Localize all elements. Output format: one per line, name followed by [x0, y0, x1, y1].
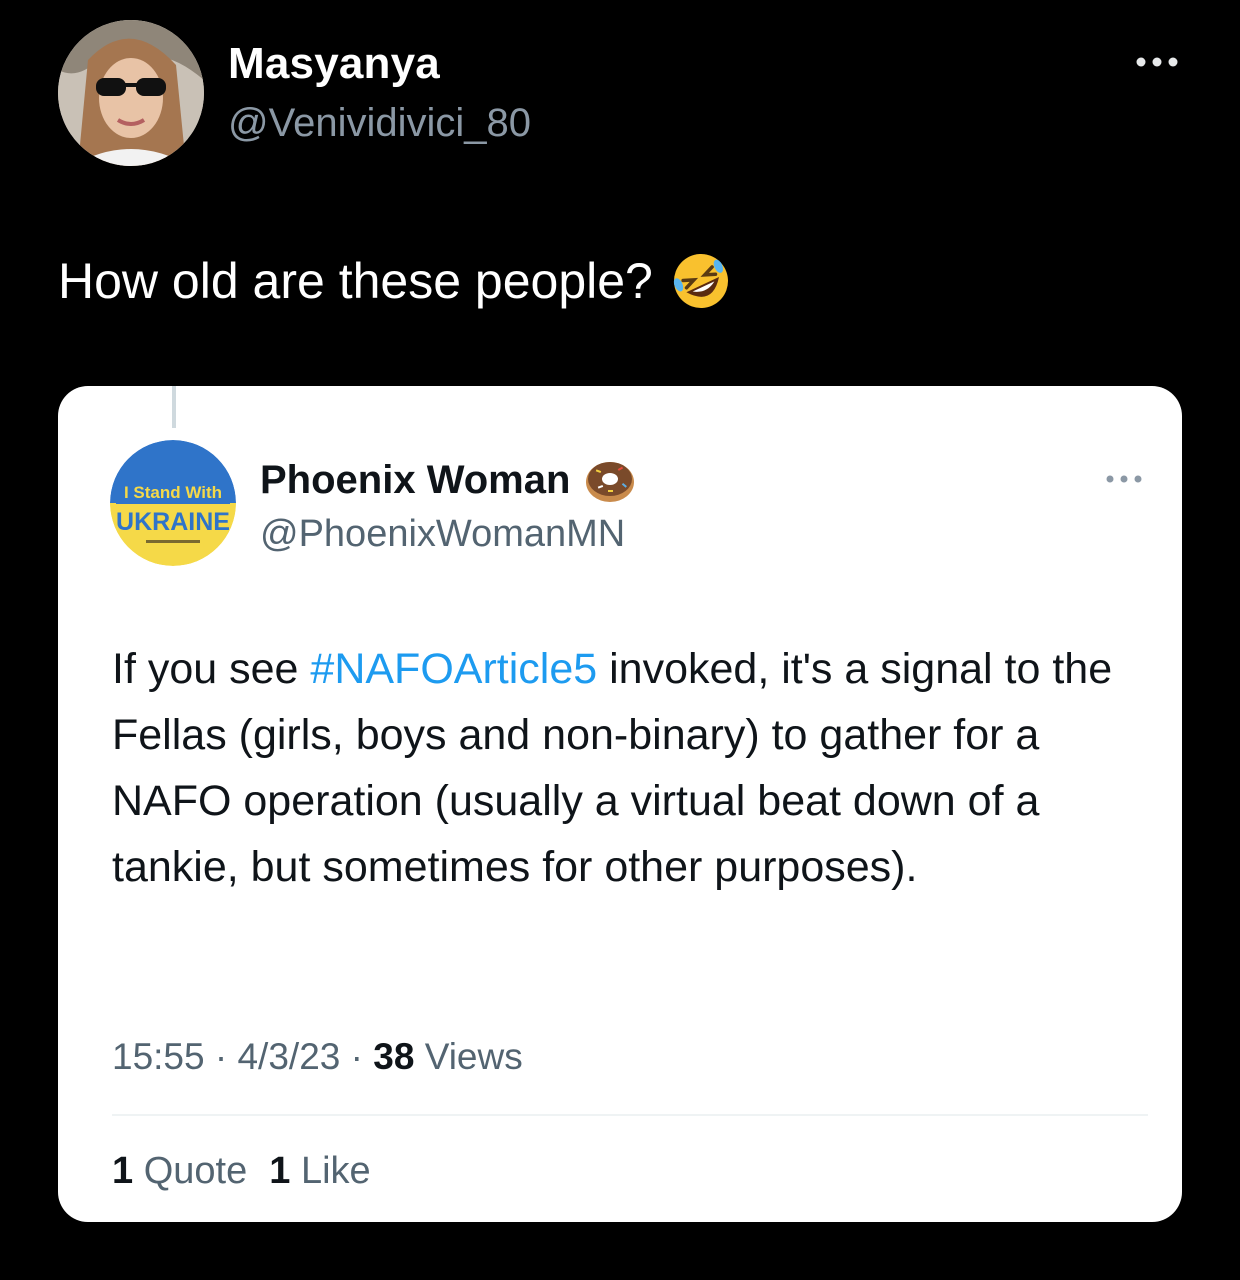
tweet-date[interactable]: 4/3/23: [237, 1036, 340, 1077]
profile-photo-icon: [58, 20, 204, 166]
tweet-stats: 1 Quote 1 Like: [112, 1146, 371, 1196]
hashtag-link[interactable]: #NAFOArticle5: [310, 645, 597, 693]
quotes-count: 1: [112, 1150, 134, 1192]
quoted-more-options-icon[interactable]: [1104, 472, 1144, 486]
quoted-author-handle[interactable]: @PhoenixWomanMN: [260, 510, 625, 558]
tweet-text: How old are these people?: [58, 250, 731, 312]
body-prefix: If you see: [112, 645, 311, 693]
meta-separator: ·: [214, 1036, 228, 1077]
badge-line2: UKRAINE: [116, 508, 230, 536]
divider: [112, 1114, 1148, 1116]
quotes-stat[interactable]: 1 Quote: [112, 1150, 247, 1192]
likes-label: Like: [300, 1150, 371, 1192]
quotes-label: Quote: [143, 1150, 248, 1192]
thread-line: [172, 386, 176, 428]
ukraine-badge-icon: I Stand With UKRAINE: [110, 440, 236, 566]
quoted-tweet-body: If you see #NAFOArticle5 invoked, it's a…: [112, 636, 1142, 900]
rolling-on-floor-laughing-emoji-icon: [673, 254, 728, 308]
quoted-author-name[interactable]: Phoenix Woman: [260, 454, 636, 506]
meta-separator: ·: [350, 1036, 363, 1077]
author-name[interactable]: Masyanya: [228, 38, 440, 90]
tweet-time[interactable]: 15:55: [112, 1036, 205, 1077]
badge-line1: I Stand With: [124, 483, 222, 502]
author-avatar[interactable]: [58, 20, 204, 166]
more-options-icon[interactable]: [1134, 50, 1180, 74]
tweet-meta: 15:55 · 4/3/23 · 38 Views: [112, 1032, 523, 1082]
likes-stat[interactable]: 1 Like: [269, 1150, 370, 1192]
views-label: Views: [424, 1036, 523, 1077]
likes-count: 1: [269, 1150, 291, 1192]
author-handle[interactable]: @Venividivici_80: [228, 98, 531, 148]
quoted-author-avatar[interactable]: I Stand With UKRAINE: [110, 440, 236, 566]
tweet-text-content: How old are these people?: [58, 253, 653, 309]
donut-emoji-icon: [586, 462, 635, 502]
quoted-author-name-text: Phoenix Woman: [260, 458, 571, 502]
views-count: 38: [373, 1036, 415, 1077]
quoted-tweet-card[interactable]: I Stand With UKRAINE Phoenix Woman @Phoe…: [58, 386, 1182, 1222]
